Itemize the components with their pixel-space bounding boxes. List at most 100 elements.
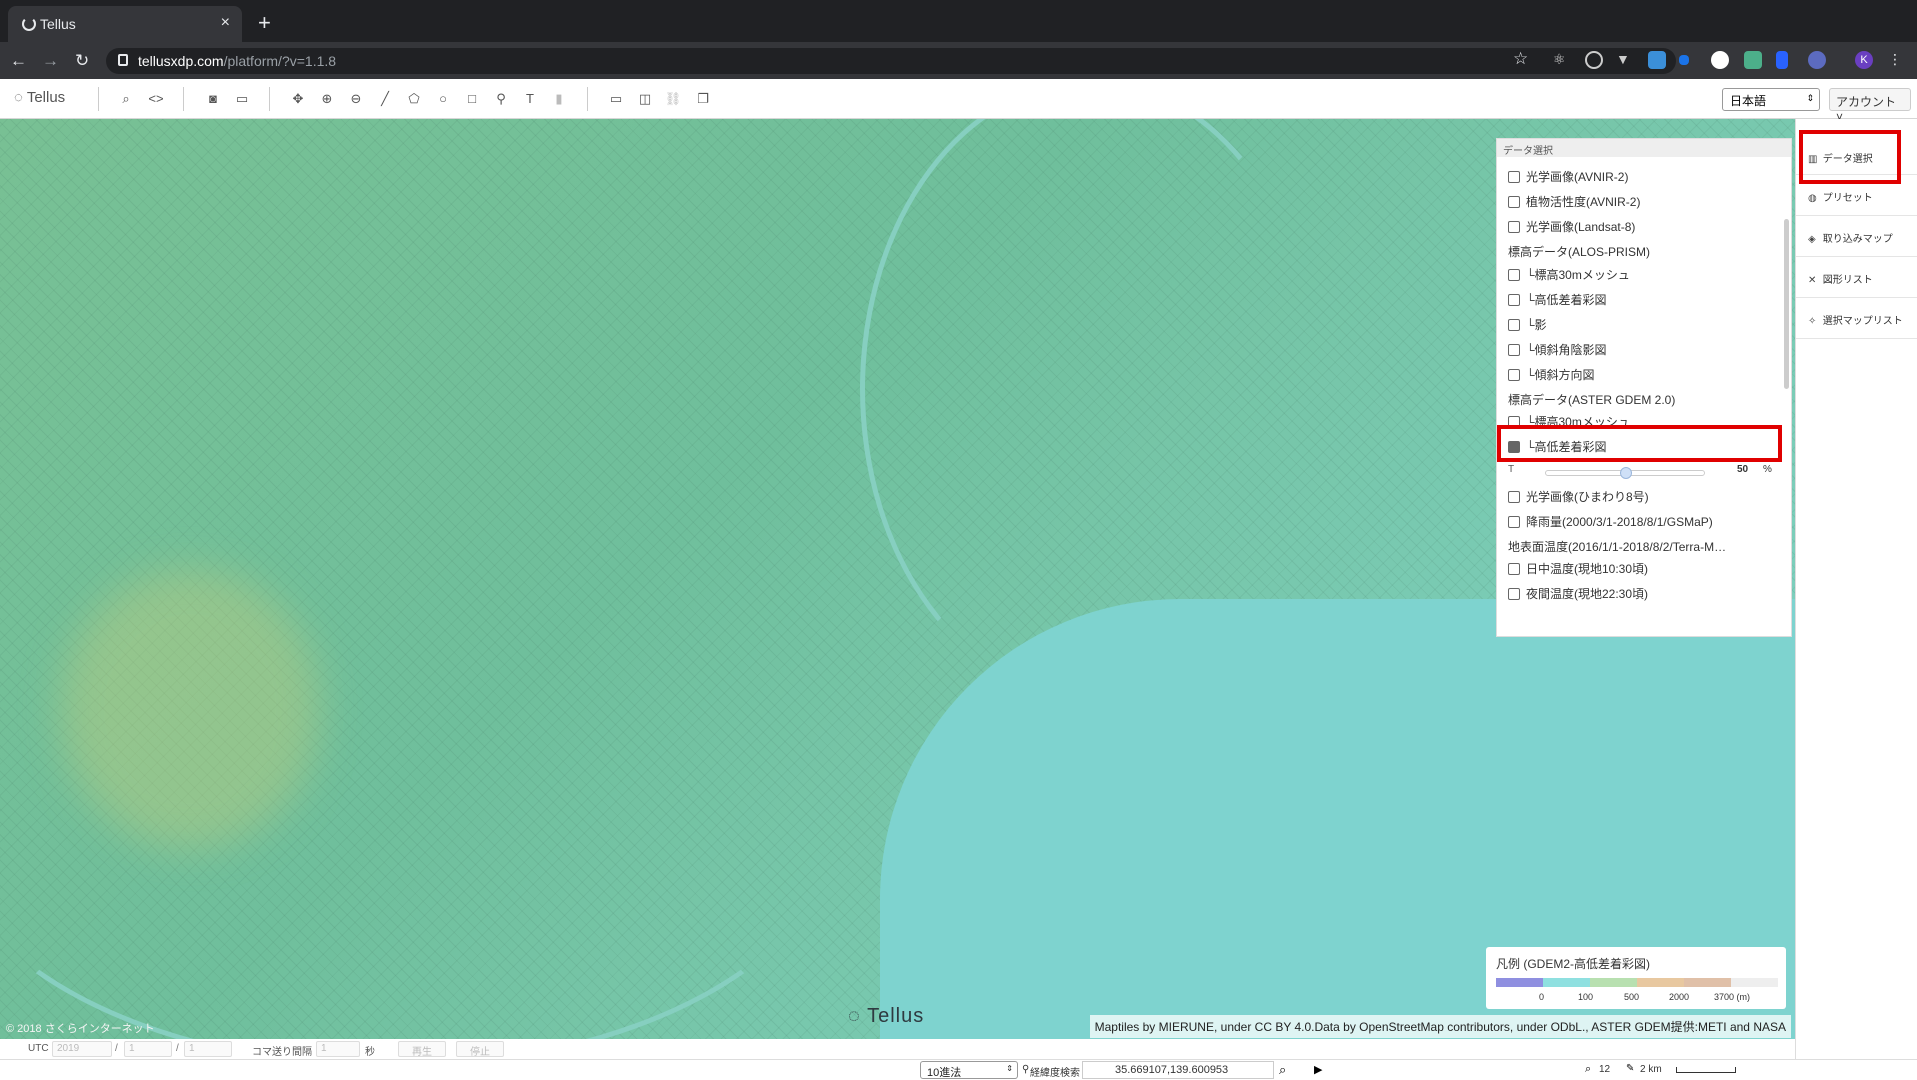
checkbox[interactable] xyxy=(1508,195,1520,208)
back-icon[interactable]: ← xyxy=(10,51,27,71)
checkbox[interactable] xyxy=(1508,515,1520,528)
forward-icon[interactable]: → xyxy=(42,51,59,71)
coord-search-label: 経緯度検索 xyxy=(1030,1068,1080,1079)
layer-label: 日中温度(現地10:30頃) xyxy=(1526,562,1649,576)
layer-row[interactable]: └影 xyxy=(1508,316,1547,333)
checkbox[interactable] xyxy=(1508,490,1520,503)
extension-circle-icon[interactable] xyxy=(1585,51,1603,69)
layer-row[interactable]: 植物活性度(AVNIR-2) xyxy=(1508,193,1640,210)
stop-button[interactable]: 停止 xyxy=(456,1041,504,1058)
extension-blue-icon[interactable] xyxy=(1776,51,1788,69)
legend-tick: 100 xyxy=(1578,992,1594,1002)
divider xyxy=(183,87,184,111)
zoom-in-icon[interactable]: ⊕ xyxy=(318,90,336,108)
extension-react-icon[interactable]: ⚛ xyxy=(1553,51,1571,69)
checkbox[interactable] xyxy=(1508,268,1520,281)
checkbox[interactable] xyxy=(1508,220,1520,233)
checkbox[interactable] xyxy=(1508,170,1520,183)
draw-line-icon[interactable]: ╱ xyxy=(376,90,394,108)
search-icon[interactable]: ⌕ xyxy=(1279,1062,1286,1078)
checkbox[interactable] xyxy=(1508,587,1520,600)
language-select[interactable]: 日本語 ⇕ xyxy=(1722,88,1820,111)
single-view-icon[interactable]: ▭ xyxy=(607,90,625,108)
draw-rectangle-icon[interactable]: □ xyxy=(463,90,481,108)
extension-vue-icon[interactable]: ▼ xyxy=(1616,51,1634,69)
search-icon[interactable]: ⌕ xyxy=(117,90,135,108)
extension-green-icon[interactable] xyxy=(1744,51,1762,69)
layer-row[interactable]: 光学画像(ひまわり8号) xyxy=(1508,488,1649,505)
layer-row[interactable]: └高低差着彩図 xyxy=(1508,291,1607,308)
layer-row[interactable]: 日中温度(現地10:30頃) xyxy=(1508,560,1648,577)
tellus-logo[interactable]: ◌ Tellus xyxy=(14,89,65,106)
checkbox[interactable] xyxy=(1508,368,1520,381)
menu-imported-map[interactable]: ◈ 取り込みマップ xyxy=(1796,216,1917,257)
account-menu[interactable]: アカウント ˅ xyxy=(1829,88,1911,124)
menu-label: プリセット xyxy=(1822,193,1873,204)
extension-download-icon[interactable] xyxy=(1648,51,1666,69)
draw-polygon-icon[interactable]: ⬠ xyxy=(405,90,423,108)
slider-handle[interactable] xyxy=(1620,467,1632,479)
layer-row[interactable]: └傾斜角陰影図 xyxy=(1508,341,1607,358)
draw-circle-icon[interactable]: ○ xyxy=(434,90,452,108)
date-separator: / xyxy=(176,1043,179,1054)
profile-avatar[interactable]: K xyxy=(1855,51,1873,69)
checkbox[interactable] xyxy=(1508,318,1520,331)
opacity-slider[interactable] xyxy=(1545,467,1705,479)
tab-title: Tellus xyxy=(40,16,76,32)
frame-interval-input[interactable]: 1 xyxy=(316,1041,360,1057)
camera-icon[interactable]: ◙ xyxy=(204,90,222,108)
coord-format-select[interactable]: 10進法 ⇕ xyxy=(920,1061,1018,1079)
pan-move-icon[interactable]: ✥ xyxy=(289,90,307,108)
layer-label: 光学画像(AVNIR-2) xyxy=(1526,170,1629,184)
bookmark-star-icon[interactable]: ☆ xyxy=(1513,49,1528,69)
layer-label: └傾斜方向図 xyxy=(1526,368,1595,382)
play-button[interactable]: 再生 xyxy=(398,1041,446,1058)
legend-title: 凡例 (GDEM2-高低差着彩図) xyxy=(1496,957,1650,971)
month-input[interactable]: 1 xyxy=(124,1041,172,1057)
text-tool-icon[interactable]: T xyxy=(521,90,539,108)
layer-row[interactable]: 夜間温度(現地22:30頃) xyxy=(1508,585,1648,602)
new-tab-icon[interactable]: + xyxy=(258,10,271,36)
layer-row[interactable]: 光学画像(Landsat-8) xyxy=(1508,218,1635,235)
legend-swatch xyxy=(1543,978,1590,987)
close-tab-icon[interactable]: × xyxy=(221,14,230,32)
layers-icon: ◈ xyxy=(1808,234,1816,245)
delete-icon[interactable]: ▮ xyxy=(550,90,568,108)
panel-scrollbar[interactable] xyxy=(1784,219,1789,389)
checkbox[interactable] xyxy=(1508,293,1520,306)
divider xyxy=(269,87,270,111)
layer-row[interactable]: └標高30mメッシュ xyxy=(1508,266,1630,283)
browser-menu-icon[interactable]: ⋮ xyxy=(1888,51,1906,69)
tellus-favicon-icon xyxy=(22,17,36,31)
extension-r-icon[interactable] xyxy=(1808,51,1826,69)
layer-row[interactable]: 降雨量(2000/3/1-2018/8/1/GSMaP) xyxy=(1508,513,1713,530)
split-view-icon[interactable]: ◫ xyxy=(636,90,654,108)
window-icon[interactable]: ❐ xyxy=(694,90,712,108)
day-input[interactable]: 1 xyxy=(184,1041,232,1057)
reload-icon[interactable]: ↻ xyxy=(75,51,89,71)
divider xyxy=(98,87,99,111)
url-field[interactable]: tellusxdp.com/platform/?v=1.1.8 xyxy=(106,48,1676,74)
chevron-updown-icon: ⇕ xyxy=(1006,1064,1013,1073)
marker-pin-icon[interactable]: ⚲ xyxy=(492,90,510,108)
link-icon[interactable]: ⛓ xyxy=(664,90,682,108)
menu-label: 選択マップリスト xyxy=(1822,316,1903,327)
browser-tab[interactable]: Tellus × xyxy=(8,6,242,42)
extension-square-icon[interactable] xyxy=(1679,55,1689,65)
goto-arrow-icon[interactable]: ▶ xyxy=(1314,1063,1322,1076)
layer-row[interactable]: 光学画像(AVNIR-2) xyxy=(1508,168,1628,185)
menu-shape-list[interactable]: ✕ 図形リスト xyxy=(1796,257,1917,298)
share-icon[interactable]: <> xyxy=(147,90,165,108)
zoom-out-icon[interactable]: ⊖ xyxy=(347,90,365,108)
coord-search-input[interactable]: 35.669107,139.600953 xyxy=(1082,1061,1274,1079)
checkbox[interactable] xyxy=(1508,562,1520,575)
palette-icon: ◍ xyxy=(1808,193,1817,204)
checkbox[interactable] xyxy=(1508,343,1520,356)
menu-selected-map-list[interactable]: ✧ 選択マップリスト xyxy=(1796,298,1917,339)
year-input[interactable]: 2019 xyxy=(52,1041,112,1057)
layer-label: 夜間温度(現地22:30頃) xyxy=(1526,587,1649,601)
legend-swatch xyxy=(1684,978,1731,987)
keyboard-icon[interactable]: ▭ xyxy=(233,90,251,108)
extension-white-icon[interactable] xyxy=(1711,51,1729,69)
layer-row[interactable]: └傾斜方向図 xyxy=(1508,366,1595,383)
